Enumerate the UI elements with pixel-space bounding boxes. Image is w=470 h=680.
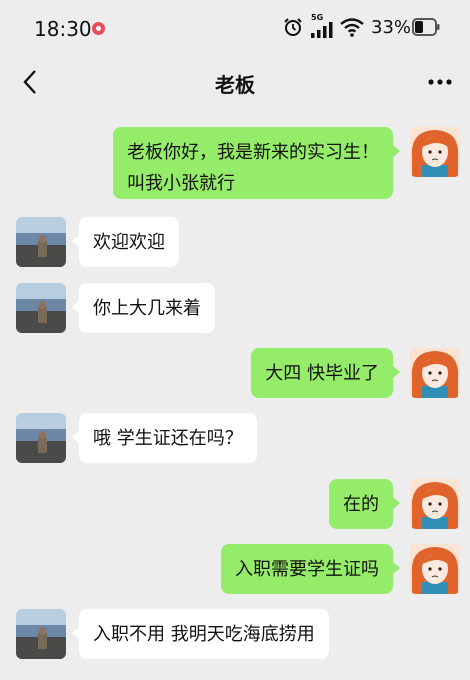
message-text: 大四 快毕业了 [265,363,379,384]
network-label: 5G [311,13,324,22]
my-avatar[interactable] [410,348,460,398]
message-bubble-outgoing[interactable]: 老板你好，我是新来的实习生！ 叫我小张就行 [113,127,400,199]
message-bubble-incoming[interactable]: 入职不用 我明天吃海底捞用 [72,609,329,659]
my-avatar[interactable] [410,127,460,177]
recording-icon [92,22,105,35]
message-bubble-outgoing[interactable]: 大四 快毕业了 [251,348,400,398]
message-text: 老板你好，我是新来的实习生！ [127,142,379,163]
status-time: 18:30 [34,17,92,41]
message-bubble-incoming[interactable]: 你上大几来着 [72,283,215,333]
chat-title: 老板 [215,73,255,97]
wifi-icon [340,18,364,37]
message-bubble-outgoing[interactable]: 入职需要学生证吗 [221,544,400,594]
my-avatar[interactable] [410,544,460,594]
message-text: 叫我小张就行 [127,173,235,194]
message-bubble-outgoing[interactable]: 在的 [329,479,400,529]
message-text: 入职需要学生证吗 [235,559,379,580]
my-avatar[interactable] [410,479,460,529]
message-text: 在的 [343,494,379,515]
boss-avatar[interactable] [16,609,66,659]
message-bubble-incoming[interactable]: 欢迎欢迎 [72,217,179,267]
boss-avatar[interactable] [16,283,66,333]
more-dots-icon[interactable] [428,78,452,86]
chat-header: 老板 [0,56,470,108]
boss-avatar[interactable] [16,413,66,463]
status-bar: 18:30 5G 33% [0,0,470,56]
battery-percent: 33% [371,17,412,38]
boss-avatar[interactable] [16,217,66,267]
signal-icon [311,22,333,38]
alarm-icon [284,18,302,36]
battery-icon [412,18,440,36]
message-text: 哦 学生证还在吗？ [93,428,243,449]
message-text: 入职不用 我明天吃海底捞用 [93,624,315,645]
message-text: 欢迎欢迎 [93,232,165,253]
message-bubble-incoming[interactable]: 哦 学生证还在吗？ [72,413,257,463]
message-text: 你上大几来着 [93,298,201,319]
